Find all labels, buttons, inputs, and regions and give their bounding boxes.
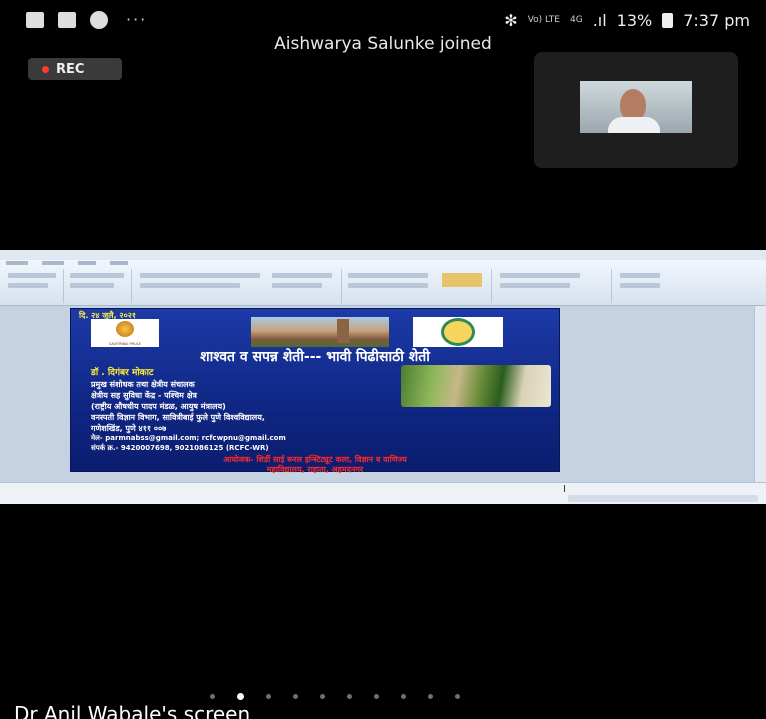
alert-icon: [58, 11, 76, 28]
call-icon: [90, 10, 108, 29]
speaker-ministry: (राष्ट्रीय औषधीय पादप मंडळ, आयुष मंत्राल…: [91, 402, 226, 411]
speaker-department: वनस्पती विज्ञान विभाग, सावित्रीबाई फुले …: [91, 413, 265, 422]
speaker-email: मेल- parmnabss@gmail.com; rcfcwpnu@gmail…: [91, 434, 286, 442]
medicinal-plants-board-logo: [413, 317, 503, 347]
participant-video: [580, 81, 692, 133]
page-dot[interactable]: [428, 694, 433, 699]
speaker-address: गणेशखिंड, पुणे ४११ ००७: [91, 424, 167, 433]
university-logo: SAVITRIBAI PHULE: [91, 319, 159, 347]
page-dot[interactable]: [293, 694, 298, 699]
system-indicators: ✻ Vo) LTE 4G .ıl 13% 7:37 pm: [504, 11, 750, 30]
gallery-icon: [26, 11, 44, 28]
more-notifications: ···: [126, 10, 148, 29]
page-dot[interactable]: [401, 694, 406, 699]
ribbon-tabs: [6, 261, 128, 265]
participant-shirt: [608, 117, 660, 133]
signal-icon: .ıl: [592, 11, 607, 30]
notification-icons: ···: [26, 10, 147, 29]
page-dot[interactable]: [210, 694, 215, 699]
ribbon-tab: [42, 261, 64, 265]
university-logo-text: SAVITRIBAI PHULE: [109, 342, 141, 346]
speaker-phone: संपर्क क्र.- 9420007698, 9021086125 (RCF…: [91, 444, 269, 452]
vertical-scrollbar[interactable]: [754, 306, 766, 482]
speaker-designation: प्रमुख संशोधक तथा क्षेत्रीय संचालक: [91, 380, 195, 389]
page-dot[interactable]: [455, 694, 460, 699]
shared-screen[interactable]: दि. २४ जुलै, २०२१ SAVITRIBAI PHULE शाश्व…: [0, 250, 766, 504]
organizer-line-2: महाविद्यालय, राहाता, अहमदनगर: [266, 465, 364, 474]
plants-board-emblem-icon: [441, 318, 475, 346]
self-video-tile[interactable]: [534, 52, 738, 168]
clock: 7:37 pm: [683, 11, 750, 30]
ribbon-group-editing: [612, 269, 672, 303]
university-seal-icon: [116, 321, 134, 337]
powerpoint-ribbon: [0, 260, 766, 306]
recording-indicator[interactable]: REC: [28, 58, 122, 80]
building-tower: [337, 319, 349, 343]
plants-photo: [401, 365, 551, 407]
page-dot[interactable]: [374, 694, 379, 699]
page-dot[interactable]: [347, 694, 352, 699]
screen-owner-label: Dr Anil Wabale's screen: [14, 702, 251, 719]
page-dot[interactable]: [237, 693, 244, 700]
ribbon-tab: [6, 261, 28, 265]
zoom-slider[interactable]: [568, 495, 758, 502]
text-cursor-icon: I: [563, 484, 566, 495]
presentation-slide: दि. २४ जुलै, २०२१ SAVITRIBAI PHULE शाश्व…: [70, 308, 560, 474]
volte-label: Vo) LTE: [527, 15, 560, 25]
page-dot[interactable]: [266, 694, 271, 699]
powerpoint-status-bar: I: [0, 482, 766, 504]
page-indicator[interactable]: [210, 693, 460, 700]
speaker-name: डॉ . दिगंबर मोकाट: [91, 368, 154, 378]
bluetooth-icon: ✻: [504, 11, 518, 30]
speaker-centre: क्षेत्रीय सह सुविधा केंद्र - पश्चिम क्षे…: [91, 391, 197, 400]
ribbon-group-font: [2, 269, 64, 303]
slide-title: शाश्वत व सपन्न शेती--- भावी पिढीसाठी शेत…: [200, 349, 430, 365]
ribbon-group-drawing: [342, 269, 492, 303]
record-dot-icon: [42, 65, 49, 73]
university-building-photo: [251, 317, 389, 347]
battery-icon: [662, 13, 674, 28]
page-dot[interactable]: [320, 694, 325, 699]
participant-joined-toast: Aishwarya Salunke joined: [274, 34, 492, 54]
ribbon-group-paragraph: [132, 269, 342, 303]
ribbon-tab: [110, 261, 128, 265]
rec-label: REC: [56, 61, 85, 77]
network-type: 4G: [569, 15, 583, 25]
ribbon-group-clipboard: [64, 269, 132, 303]
powerpoint-title-bar: [0, 250, 766, 260]
ribbon-tab: [78, 261, 96, 265]
ribbon-group-shape: [492, 269, 612, 303]
battery-percent: 13%: [616, 11, 653, 30]
